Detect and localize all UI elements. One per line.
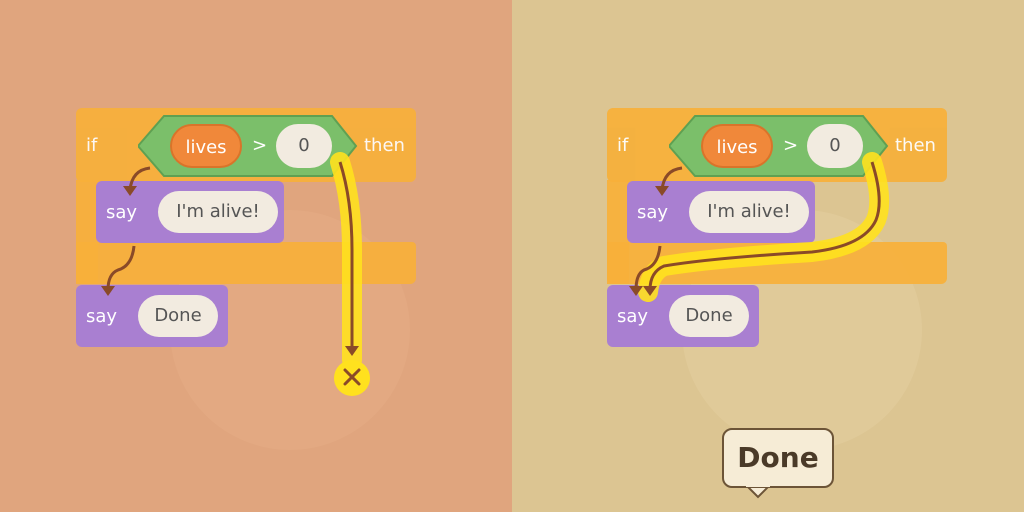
say-keyword: say	[86, 306, 118, 327]
if-block-bottom	[76, 242, 416, 284]
lives-variable[interactable]: lives	[170, 124, 242, 168]
say-keyword: say	[106, 202, 138, 223]
if-block-bottom	[607, 242, 947, 284]
then-keyword: then	[364, 135, 405, 156]
value-input[interactable]: 0	[276, 124, 332, 168]
if-keyword: if	[617, 135, 629, 156]
lives-variable[interactable]: lives	[701, 124, 773, 168]
speech-bubble: Done	[722, 428, 834, 488]
say-text-input[interactable]: I'm alive!	[158, 191, 278, 233]
then-keyword: then	[895, 135, 936, 156]
value-input[interactable]: 0	[807, 124, 863, 168]
say-text-input[interactable]: I'm alive!	[689, 191, 809, 233]
say-keyword: say	[617, 306, 649, 327]
if-keyword: if	[86, 135, 98, 156]
operator-symbol: >	[252, 135, 268, 156]
say-keyword: say	[637, 202, 669, 223]
say-block-after[interactable]: say Done	[76, 285, 228, 347]
say-block-inner[interactable]: say I'm alive!	[96, 181, 284, 243]
say-text-input[interactable]: Done	[138, 295, 218, 337]
panel-correct-path: if then lives > 0 say I'm alive! say Don…	[512, 0, 1024, 512]
say-block-inner[interactable]: say I'm alive!	[627, 181, 815, 243]
operator-symbol: >	[783, 135, 799, 156]
say-block-after[interactable]: say Done	[607, 285, 759, 347]
say-text-input[interactable]: Done	[669, 295, 749, 337]
panel-wrong-path: if then lives > 0 say I'm alive! say Don…	[0, 0, 512, 512]
